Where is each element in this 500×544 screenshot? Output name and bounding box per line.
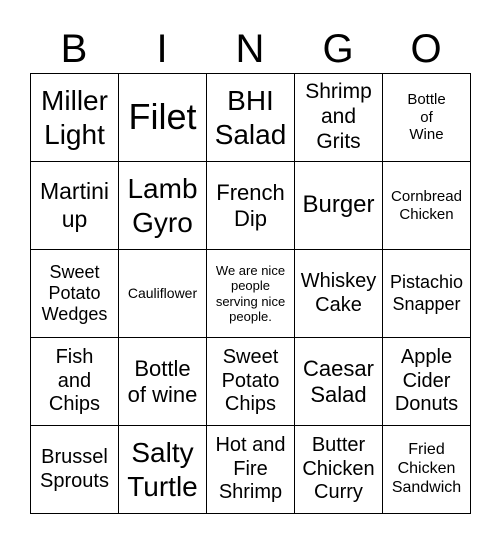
bingo-cell[interactable]: Brussel Sprouts xyxy=(31,426,119,514)
bingo-cell[interactable]: Pistachio Snapper xyxy=(383,250,471,338)
bingo-cell[interactable]: Bottle of wine xyxy=(119,338,207,426)
bingo-cell[interactable]: Hot and Fire Shrimp xyxy=(207,426,295,514)
bingo-cell[interactable]: Shrimp and Grits xyxy=(295,74,383,162)
bingo-cell[interactable]: Martini up xyxy=(31,162,119,250)
bingo-cell[interactable]: Whiskey Cake xyxy=(295,250,383,338)
header-letter-n: N xyxy=(235,27,265,71)
bingo-cell[interactable]: Miller Light xyxy=(31,74,119,162)
bingo-cell[interactable]: Fish and Chips xyxy=(31,338,119,426)
bingo-cell[interactable]: Fried Chicken Sandwich xyxy=(383,426,471,514)
bingo-cell[interactable]: French Dip xyxy=(207,162,295,250)
bingo-cell[interactable]: We are nice people serving nice people. xyxy=(207,250,295,338)
bingo-cell[interactable]: Lamb Gyro xyxy=(119,162,207,250)
bingo-cell[interactable]: BHI Salad xyxy=(207,74,295,162)
bingo-cell[interactable]: Butter Chicken Curry xyxy=(295,426,383,514)
header-letter-g: G xyxy=(322,27,354,71)
bingo-cell[interactable]: Bottle of Wine xyxy=(383,74,471,162)
bingo-header: B I N G O xyxy=(30,26,470,72)
bingo-cell[interactable]: Apple Cider Donuts xyxy=(383,338,471,426)
bingo-cell[interactable]: Filet xyxy=(119,74,207,162)
bingo-cell[interactable]: Caesar Salad xyxy=(295,338,383,426)
bingo-cell[interactable]: Burger xyxy=(295,162,383,250)
bingo-cell[interactable]: Salty Turtle xyxy=(119,426,207,514)
header-letter-i: I xyxy=(156,27,168,71)
bingo-cell[interactable]: Cauliflower xyxy=(119,250,207,338)
bingo-cell[interactable]: Sweet Potato Chips xyxy=(207,338,295,426)
bingo-grid: Miller Light Filet BHI Salad Shrimp and Gri… xyxy=(30,73,471,514)
header-letter-o: O xyxy=(410,27,442,71)
header-letter-b: B xyxy=(60,27,88,71)
bingo-cell[interactable]: Sweet Potato Wedges xyxy=(31,250,119,338)
bingo-cell[interactable]: Cornbread Chicken xyxy=(383,162,471,250)
